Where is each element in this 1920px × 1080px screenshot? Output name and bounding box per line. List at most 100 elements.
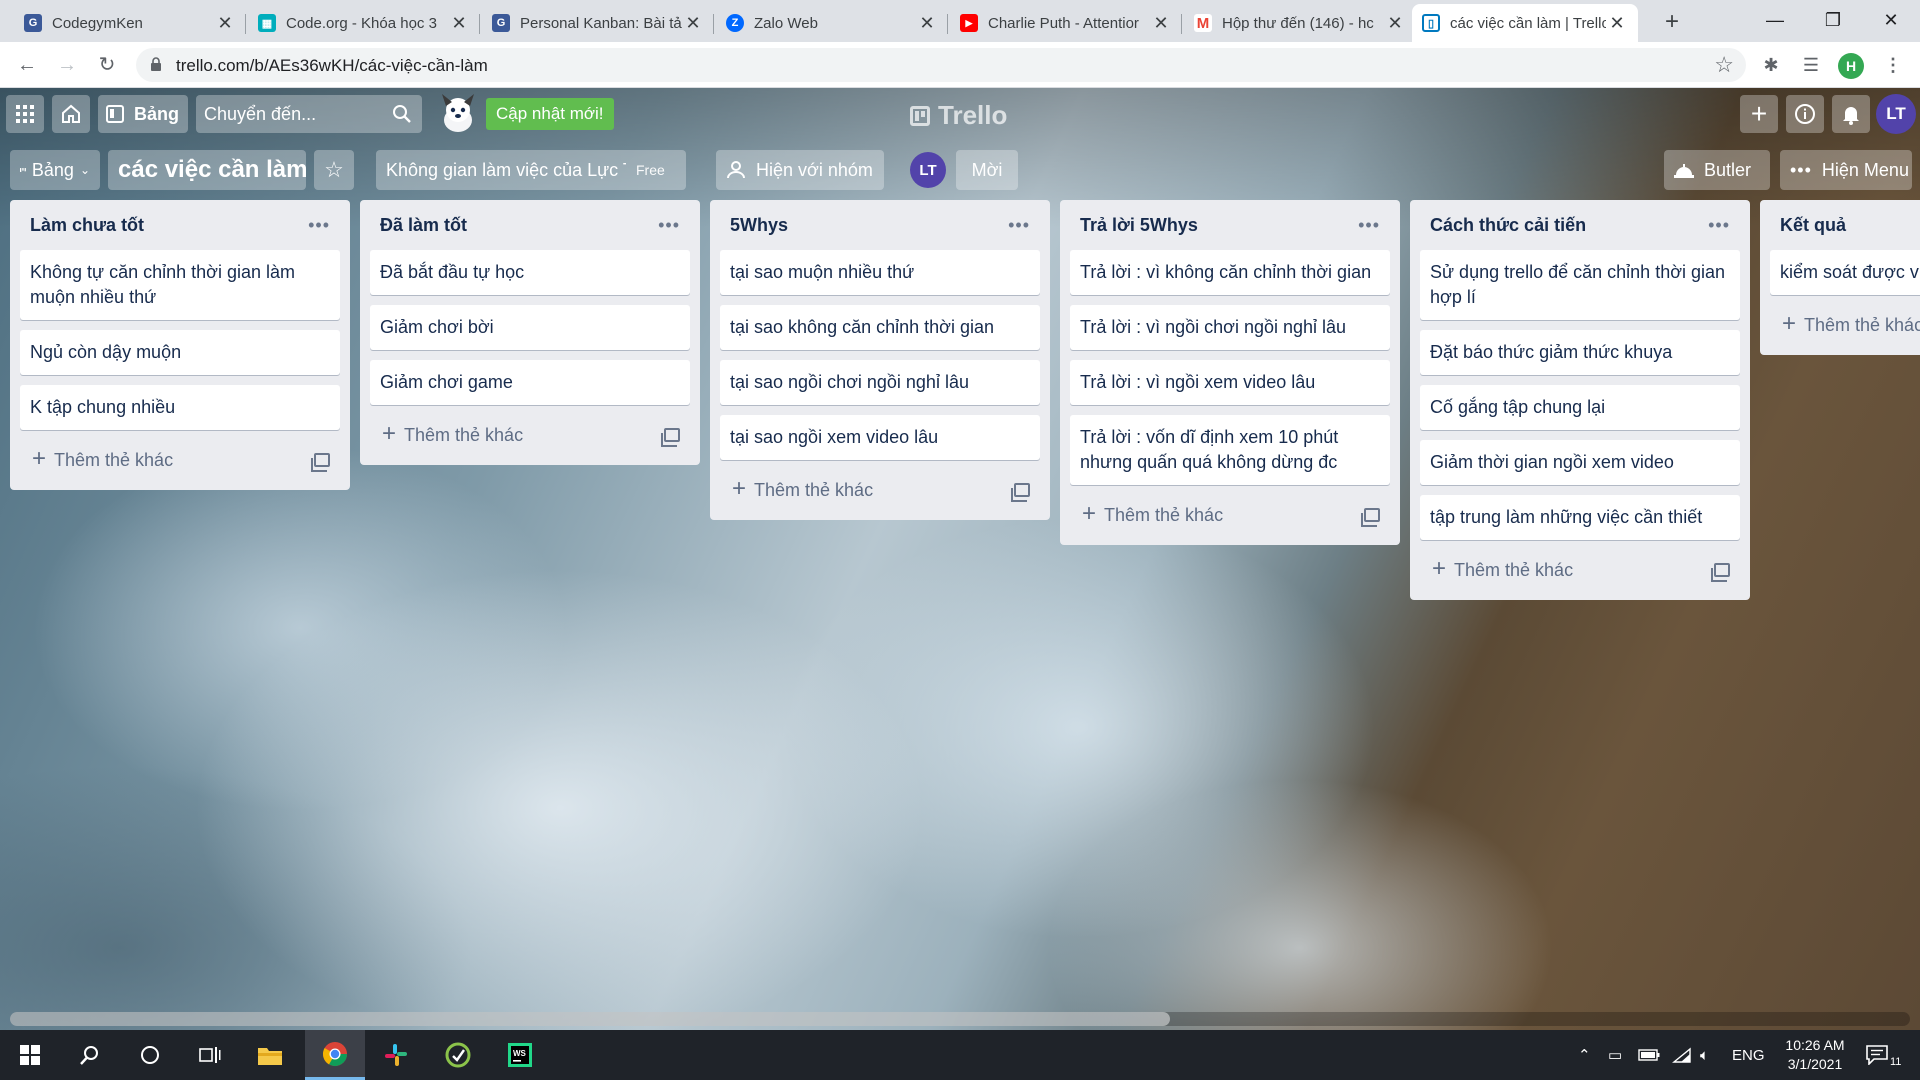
card[interactable]: tại sao ngồi chơi ngồi nghỉ lâu xyxy=(720,360,1040,405)
card[interactable]: Giảm chơi bời xyxy=(370,305,690,350)
invite-button[interactable]: Mời xyxy=(956,150,1018,190)
list-menu-icon[interactable]: ••• xyxy=(1708,215,1730,236)
list-title[interactable]: Đã làm tốt xyxy=(380,215,467,236)
card[interactable]: Sử dụng trello để căn chỉnh thời gian hợ… xyxy=(1420,250,1740,320)
list-header[interactable]: Đã làm tốt ••• xyxy=(370,200,690,250)
browser-tab[interactable]: G Personal Kanban: Bài tả ✕ xyxy=(482,4,714,42)
board-title[interactable]: các việc cần làm xyxy=(108,150,306,190)
windows-start-icon[interactable] xyxy=(0,1030,60,1080)
input-language-indicator[interactable]: ENG xyxy=(1732,1030,1765,1080)
card[interactable]: tại sao ngồi xem video lâu xyxy=(720,415,1040,460)
action-center-button[interactable]: 11 xyxy=(1866,1030,1901,1080)
home-icon[interactable] xyxy=(52,95,90,133)
close-icon[interactable]: ✕ xyxy=(916,13,938,34)
visibility-button[interactable]: Hiện với nhóm xyxy=(716,150,884,190)
list-menu-icon[interactable]: ••• xyxy=(658,215,680,236)
card-template-icon[interactable] xyxy=(1361,508,1380,527)
forward-arrow-icon[interactable]: → xyxy=(52,50,82,80)
card[interactable]: kiểm soát được việc được tật xấu xyxy=(1770,250,1920,295)
extensions-icon[interactable]: ✱ xyxy=(1756,50,1786,80)
notification-bell-icon[interactable] xyxy=(1832,95,1870,133)
card[interactable]: Cố gắng tập chung lại xyxy=(1420,385,1740,430)
card-template-icon[interactable] xyxy=(311,453,330,472)
list-title[interactable]: Kết quả xyxy=(1780,215,1846,236)
wifi-icon[interactable] xyxy=(1672,1030,1692,1080)
card[interactable]: K tập chung nhiều xyxy=(20,385,340,430)
add-card-button[interactable]: + Thêm thẻ khác xyxy=(1432,557,1573,581)
list-title[interactable]: 5Whys xyxy=(730,215,788,236)
window-close-button[interactable]: ✕ xyxy=(1862,0,1920,42)
card-template-icon[interactable] xyxy=(661,428,680,447)
profile-avatar[interactable]: H xyxy=(1838,53,1864,79)
reload-icon[interactable]: ↻ xyxy=(92,50,122,80)
card[interactable]: Giảm chơi game xyxy=(370,360,690,405)
close-icon[interactable]: ✕ xyxy=(1384,13,1406,34)
board-horizontal-scrollbar[interactable] xyxy=(10,1012,1910,1026)
list-title[interactable]: Cách thức cải tiến xyxy=(1430,215,1586,236)
browser-tab[interactable]: M Hộp thư đến (146) - hc ✕ xyxy=(1184,4,1416,42)
card-template-icon[interactable] xyxy=(1011,483,1030,502)
list-menu-icon[interactable]: ••• xyxy=(308,215,330,236)
browser-tab-active[interactable]: ▯ các việc cần làm | Trello ✕ xyxy=(1412,4,1638,42)
new-tab-button[interactable]: + xyxy=(1655,6,1689,40)
browser-tab[interactable]: ▶ Charlie Puth - Attentior ✕ xyxy=(950,4,1182,42)
meet-now-icon[interactable]: ▭ xyxy=(1608,1030,1622,1080)
volume-icon[interactable]: 🔈︎ xyxy=(1700,1030,1709,1080)
create-plus-icon[interactable]: + xyxy=(1740,95,1778,133)
workspace-button[interactable]: Không gian làm việc của Lực Tr Free xyxy=(376,150,686,190)
show-hidden-icons-chevron-icon[interactable]: ⌃ xyxy=(1578,1030,1591,1080)
more-menu-icon[interactable]: ⋮ xyxy=(1878,50,1908,80)
slack-icon[interactable] xyxy=(366,1030,426,1080)
file-explorer-icon[interactable] xyxy=(240,1030,300,1080)
search-icon[interactable] xyxy=(60,1030,120,1080)
card[interactable]: tập trung làm những việc cần thiết xyxy=(1420,495,1740,540)
search-input[interactable]: Chuyển đến... xyxy=(196,95,422,133)
butler-button[interactable]: Butler xyxy=(1664,150,1770,190)
task-view-icon[interactable] xyxy=(180,1030,240,1080)
close-icon[interactable]: ✕ xyxy=(214,13,236,34)
list-header[interactable]: 5Whys ••• xyxy=(720,200,1040,250)
info-icon[interactable] xyxy=(1786,95,1824,133)
add-card-button[interactable]: + Thêm thẻ khác xyxy=(1782,312,1920,336)
back-arrow-icon[interactable]: ← xyxy=(12,50,42,80)
card[interactable]: Trả lời : vì không căn chỉnh thời gian xyxy=(1070,250,1390,295)
add-card-button[interactable]: + Thêm thẻ khác xyxy=(1082,502,1223,526)
boards-button[interactable]: Bảng xyxy=(98,95,188,133)
update-notice-button[interactable]: Cập nhật mới! xyxy=(486,98,614,130)
list-header[interactable]: Kết quả xyxy=(1770,200,1920,250)
browser-tab[interactable]: G CodegymKen ✕ xyxy=(14,4,246,42)
card[interactable]: Trả lời : vì ngồi chơi ngồi nghỉ lâu xyxy=(1070,305,1390,350)
card[interactable]: Không tự căn chỉnh thời gian làm muộn nh… xyxy=(20,250,340,320)
card[interactable]: tại sao muộn nhiều thứ xyxy=(720,250,1040,295)
show-menu-button[interactable]: ••• Hiện Menu xyxy=(1780,150,1912,190)
browser-tab[interactable]: ▦ Code.org - Khóa học 3 ✕ xyxy=(248,4,480,42)
list-header[interactable]: Cách thức cải tiến ••• xyxy=(1420,200,1740,250)
apps-grid-icon[interactable] xyxy=(6,95,44,133)
add-card-button[interactable]: + Thêm thẻ khác xyxy=(382,422,523,446)
close-icon[interactable]: ✕ xyxy=(682,13,704,34)
address-bar[interactable]: trello.com/b/AEs36wKH/các-việc-cần-làm ☆ xyxy=(136,48,1746,82)
app-icon[interactable] xyxy=(428,1030,488,1080)
close-icon[interactable]: ✕ xyxy=(1150,13,1172,34)
scrollbar-thumb[interactable] xyxy=(10,1012,1170,1026)
card[interactable]: Đã bắt đầu tự học xyxy=(370,250,690,295)
restore-button[interactable]: ❐ xyxy=(1804,0,1862,42)
minimize-button[interactable]: — xyxy=(1746,0,1804,42)
bookmark-star-icon[interactable]: ☆ xyxy=(1714,52,1734,78)
list-header[interactable]: Làm chưa tốt ••• xyxy=(20,200,340,250)
trello-logo[interactable]: Trello xyxy=(910,100,1007,131)
browser-tab[interactable]: Z Zalo Web ✕ xyxy=(716,4,948,42)
card[interactable]: Trả lời : vốn dĩ định xem 10 phút nhưng … xyxy=(1070,415,1390,485)
list-title[interactable]: Trả lời 5Whys xyxy=(1080,215,1198,236)
add-card-button[interactable]: + Thêm thẻ khác xyxy=(732,477,873,501)
add-card-button[interactable]: + Thêm thẻ khác xyxy=(32,447,173,471)
card[interactable]: Trả lời : vì ngồi xem video lâu xyxy=(1070,360,1390,405)
media-queue-icon[interactable]: ☰ xyxy=(1796,50,1826,80)
chrome-taskbar-icon[interactable] xyxy=(305,1030,365,1080)
close-icon[interactable]: ✕ xyxy=(1606,13,1628,34)
card[interactable]: Đặt báo thức giảm thức khuya xyxy=(1420,330,1740,375)
card-template-icon[interactable] xyxy=(1711,563,1730,582)
list-menu-icon[interactable]: ••• xyxy=(1008,215,1030,236)
cortana-icon[interactable] xyxy=(120,1030,180,1080)
list-menu-icon[interactable]: ••• xyxy=(1358,215,1380,236)
